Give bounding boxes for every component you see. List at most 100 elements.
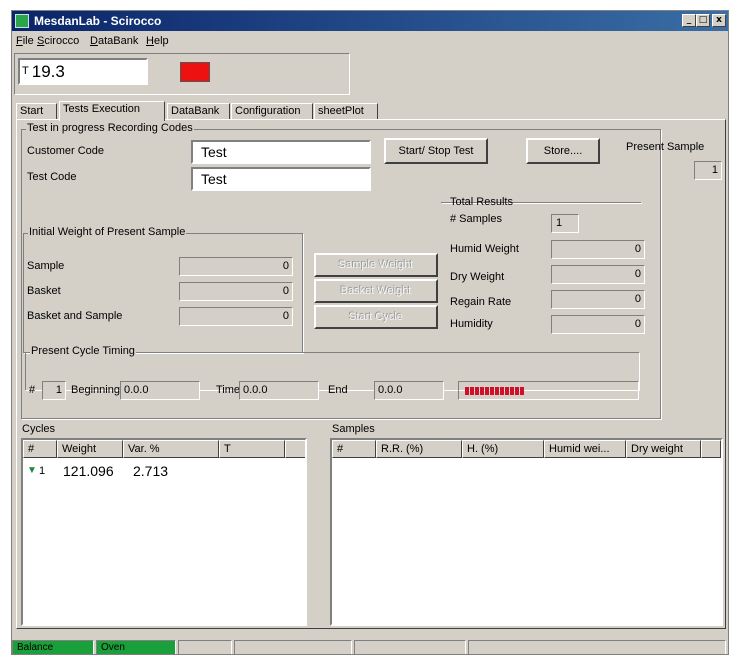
cycles-header-filler	[285, 440, 305, 458]
test-code-field[interactable]: Test	[191, 167, 371, 191]
start-stop-test-button[interactable]: Start/ Stop Test	[384, 138, 488, 164]
basket-weight-button[interactable]: Basket Weight	[314, 279, 438, 303]
minimize-button[interactable]: _	[682, 14, 696, 27]
row-state-icon: ▼	[27, 465, 37, 476]
status-bar: Balance Oven	[12, 640, 728, 654]
maximize-button[interactable]: □	[696, 14, 710, 27]
progress-segment	[510, 387, 514, 395]
humid-weight-label: Humid Weight	[450, 243, 519, 255]
dry-weight-label: Dry Weight	[450, 271, 505, 283]
tab-sheetplot[interactable]: sheetPlot	[314, 103, 378, 120]
end-label: End	[328, 384, 348, 396]
top-strip: T 19.3	[14, 53, 350, 95]
status-panel-5	[354, 640, 466, 654]
menu-databank[interactable]: DataBank	[90, 35, 138, 47]
tab-databank[interactable]: DataBank	[167, 103, 230, 120]
tab-configuration[interactable]: Configuration	[231, 103, 313, 120]
regain-rate-label: Regain Rate	[450, 296, 512, 308]
temperature-display: T 19.3	[18, 58, 148, 85]
close-button[interactable]: x	[712, 14, 726, 27]
samples-header-humid-weight[interactable]: Humid wei...	[544, 440, 626, 458]
samples-header-filler	[701, 440, 721, 458]
status-panel-3	[178, 640, 232, 654]
cycle-row-var: 2.713	[133, 463, 169, 479]
status-balance: Balance	[12, 640, 94, 654]
samples-header-index[interactable]: #	[332, 440, 376, 458]
progress-segment	[490, 387, 494, 395]
main-window: MesdanLab - Scirocco _ □ x File Scirocco…	[11, 10, 729, 655]
total-results-caption: Total Results	[450, 196, 513, 208]
status-oven: Oven	[96, 640, 176, 654]
cycles-header-weight[interactable]: Weight	[57, 440, 123, 458]
progress-segment	[470, 387, 474, 395]
basket-and-sample-value: 0	[179, 307, 293, 326]
present-sample-label: Present Sample	[626, 141, 705, 153]
time-label: Time	[216, 384, 241, 396]
regain-rate-value: 0	[551, 290, 645, 309]
cycles-header-var[interactable]: Var. %	[123, 440, 219, 458]
humidity-label: Humidity	[450, 318, 493, 330]
cycle-index-value: 1	[42, 381, 66, 400]
test-code-label: Test Code	[27, 171, 77, 183]
basket-weight-label: Basket	[27, 285, 61, 297]
time-value: 0.0.0	[239, 381, 319, 400]
humid-weight-value: 0	[551, 240, 645, 259]
status-panel-4	[234, 640, 352, 654]
cycle-hash-label: #	[29, 384, 36, 396]
samples-header-rr[interactable]: R.R. (%)	[376, 440, 462, 458]
window-title: MesdanLab - Scirocco	[34, 14, 162, 28]
samples-header-h[interactable]: H. (%)	[462, 440, 544, 458]
cycles-label: Cycles	[22, 423, 56, 435]
cycle-row-index: 1	[39, 465, 46, 477]
basket-weight-value: 0	[179, 282, 293, 301]
customer-code-label: Customer Code	[27, 145, 105, 157]
samples-header-dry-weight[interactable]: Dry weight	[626, 440, 701, 458]
progress-segment	[520, 387, 524, 395]
samples-count-label: # Samples	[450, 213, 502, 225]
tab-tests-execution[interactable]: Tests Execution	[59, 101, 165, 121]
end-value: 0.0.0	[374, 381, 444, 400]
sample-weight-value: 0	[179, 257, 293, 276]
cycles-header-t[interactable]: T	[219, 440, 285, 458]
beginning-label: Beginning	[71, 384, 120, 396]
dry-weight-value: 0	[551, 265, 645, 284]
title-bar: MesdanLab - Scirocco _ □ x	[12, 11, 728, 31]
progress-segment	[485, 387, 489, 395]
cycles-header-index[interactable]: #	[23, 440, 57, 458]
menu-scirocco[interactable]: Scirocco	[37, 35, 79, 47]
cycles-list[interactable]: # Weight Var. % T ▼ 1 121.096 2.713	[21, 438, 307, 626]
present-sample-value: 1	[694, 161, 722, 180]
progress-segment	[505, 387, 509, 395]
cycle-timing-caption: Present Cycle Timing	[30, 345, 136, 357]
samples-count-value: 1	[551, 214, 579, 233]
humidity-value: 0	[551, 315, 645, 334]
progress-segment	[495, 387, 499, 395]
tab-start[interactable]: Start	[16, 103, 57, 120]
status-panel-6	[468, 640, 726, 654]
progress-segment	[465, 387, 469, 395]
sample-weight-label: Sample	[27, 260, 65, 272]
samples-list[interactable]: # R.R. (%) H. (%) Humid wei... Dry weigh…	[330, 438, 723, 626]
store-button[interactable]: Store....	[526, 138, 600, 164]
recording-caption: Test in progress Recording Codes	[26, 122, 194, 134]
start-cycle-button[interactable]: Start Cycle	[314, 305, 438, 329]
sample-weight-button[interactable]: Sample Weight	[314, 253, 438, 277]
menu-bar: File Scirocco DataBank Help	[12, 32, 728, 50]
app-icon	[15, 14, 29, 28]
progress-segment	[480, 387, 484, 395]
status-indicator	[180, 62, 210, 82]
menu-file[interactable]: File	[16, 35, 34, 47]
initial-weight-caption: Initial Weight of Present Sample	[28, 226, 187, 238]
customer-code-field[interactable]: Test	[191, 140, 371, 164]
progress-segment	[475, 387, 479, 395]
temperature-label: T	[22, 65, 29, 77]
cycle-row-weight: 121.096	[63, 463, 114, 479]
menu-help[interactable]: Help	[146, 35, 169, 47]
basket-and-sample-label: Basket and Sample	[27, 310, 123, 322]
temperature-value: 19.3	[31, 62, 65, 81]
beginning-value: 0.0.0	[120, 381, 200, 400]
cycle-progress-bar	[458, 381, 639, 400]
tests-execution-panel: Test in progress Recording Codes Custome…	[16, 119, 726, 629]
samples-label: Samples	[332, 423, 375, 435]
progress-segment	[500, 387, 504, 395]
